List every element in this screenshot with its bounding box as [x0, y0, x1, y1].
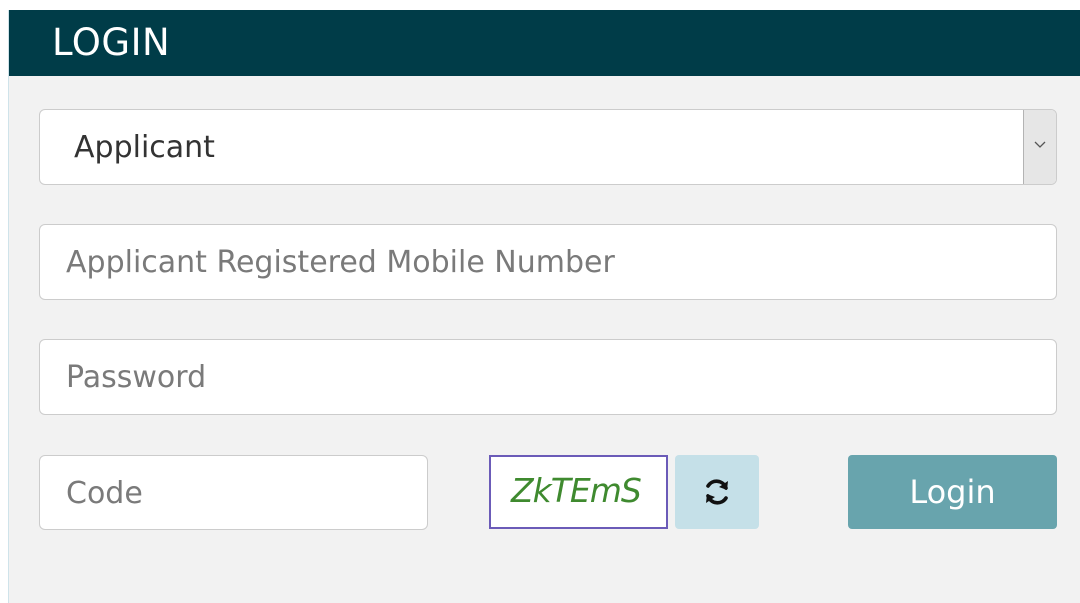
captcha-image: ZkTEmS: [489, 455, 668, 529]
mobile-number-field[interactable]: [39, 224, 1057, 300]
login-header: LOGIN: [9, 10, 1080, 76]
user-type-selected-value: Applicant: [74, 130, 215, 165]
login-button[interactable]: Login: [848, 455, 1057, 529]
password-input[interactable]: [66, 340, 1042, 414]
password-field[interactable]: [39, 339, 1057, 415]
refresh-captcha-button[interactable]: [675, 455, 759, 529]
captcha-code-input[interactable]: [66, 456, 413, 530]
captcha-code-field[interactable]: [39, 455, 428, 530]
mobile-number-input[interactable]: [66, 225, 1042, 299]
refresh-icon: [706, 479, 728, 505]
page-title: LOGIN: [52, 21, 171, 64]
chevron-down-icon: [1034, 141, 1046, 148]
captcha-text: ZkTEmS: [511, 471, 642, 510]
login-panel: LOGIN Applicant ZkTEmS Login: [8, 10, 1080, 603]
user-type-select[interactable]: Applicant: [39, 109, 1057, 185]
select-arrow[interactable]: [1023, 110, 1056, 184]
